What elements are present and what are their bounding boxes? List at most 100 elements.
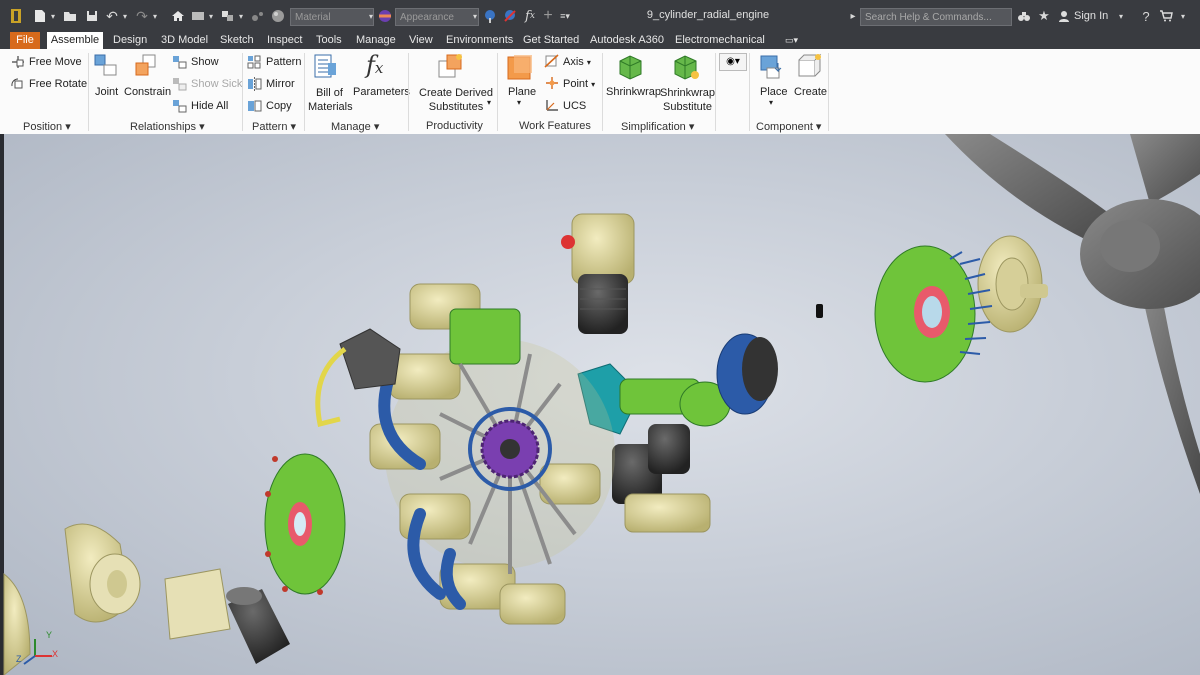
pattern-panel-label[interactable]: Pattern ▾ bbox=[252, 120, 296, 133]
tab-assemble[interactable]: Assemble bbox=[47, 32, 103, 49]
more-icon[interactable]: ≡▾ bbox=[558, 8, 572, 24]
cart-icon[interactable] bbox=[1158, 8, 1174, 24]
help-icon[interactable]: ? bbox=[1138, 8, 1154, 24]
derived-dropdown-icon[interactable]: ▾ bbox=[487, 98, 491, 107]
bill-of-materials-button[interactable]: Bill of Materials bbox=[308, 86, 353, 114]
ucs-button[interactable]: UCS bbox=[563, 100, 586, 112]
update-icon[interactable] bbox=[250, 8, 266, 24]
mirror-button[interactable]: Mirror bbox=[266, 78, 295, 90]
joint-button[interactable]: Joint bbox=[95, 86, 118, 98]
tab-tools[interactable]: Tools bbox=[313, 32, 345, 49]
graphics-viewport[interactable]: Y X Z bbox=[0, 134, 1200, 675]
clear-appearance-icon[interactable] bbox=[502, 8, 518, 24]
panel-toggle-icon[interactable]: ▭▾ bbox=[782, 32, 801, 49]
redo-icon[interactable]: ↷ bbox=[134, 8, 150, 24]
constrain-button[interactable]: Constrain bbox=[124, 86, 171, 98]
customize-dropdown-icon[interactable]: ◉▾ bbox=[719, 53, 747, 71]
open-icon[interactable] bbox=[62, 8, 78, 24]
redo-dropdown-icon[interactable]: ▾ bbox=[150, 8, 160, 24]
tab-design[interactable]: Design bbox=[110, 32, 150, 49]
show-sick-button[interactable]: Show Sick bbox=[191, 78, 242, 90]
axis-button[interactable]: Axis ▾ bbox=[563, 56, 591, 68]
user-icon[interactable] bbox=[1056, 8, 1072, 24]
hide-all-button[interactable]: Hide All bbox=[191, 100, 228, 112]
plane-dropdown-icon[interactable]: ▾ bbox=[517, 98, 521, 107]
rear-crankcase[interactable] bbox=[264, 453, 346, 595]
tab-view[interactable]: View bbox=[406, 32, 436, 49]
tab-electromechanical[interactable]: Electromechanical bbox=[672, 32, 768, 49]
select-icon[interactable] bbox=[220, 8, 236, 24]
new-icon[interactable] bbox=[32, 8, 48, 24]
tab-get-started[interactable]: Get Started bbox=[520, 32, 582, 49]
work-features-panel-label[interactable]: Work Features bbox=[519, 120, 591, 132]
position-panel-label[interactable]: Position ▾ bbox=[23, 120, 71, 133]
appearance-dropdown[interactable]: Appearance bbox=[395, 8, 479, 26]
tab-inspect[interactable]: Inspect bbox=[264, 32, 305, 49]
tab-environments[interactable]: Environments bbox=[443, 32, 516, 49]
create-component-icon bbox=[796, 53, 824, 84]
search-expand-icon[interactable]: ▸ bbox=[848, 8, 858, 24]
panel-separator bbox=[304, 53, 305, 131]
fx-icon[interactable]: fx bbox=[522, 8, 538, 24]
binoculars-icon[interactable] bbox=[1016, 8, 1032, 24]
top-cylinder[interactable] bbox=[561, 213, 635, 334]
place-button[interactable]: Place bbox=[760, 86, 788, 98]
place-dropdown-icon[interactable]: ▾ bbox=[769, 98, 773, 107]
create-component-button[interactable]: Create bbox=[794, 86, 827, 98]
material-sphere-icon[interactable] bbox=[270, 8, 286, 24]
free-rotate-icon bbox=[10, 77, 26, 94]
undo-dropdown-icon[interactable]: ▾ bbox=[120, 8, 130, 24]
tappet-housing[interactable] bbox=[164, 568, 231, 640]
shrinkwrap-substitute-button[interactable]: Shrinkwrap Substitute bbox=[660, 86, 715, 114]
productivity-panel-label[interactable]: Productivity bbox=[426, 120, 483, 132]
manage-panel-label[interactable]: Manage ▾ bbox=[331, 120, 379, 133]
material-dropdown-arrow-icon[interactable]: ▾ bbox=[366, 8, 376, 24]
material-dropdown[interactable]: Material bbox=[290, 8, 374, 26]
free-move-button[interactable]: Free Move bbox=[29, 56, 82, 68]
appearance-icon[interactable] bbox=[377, 8, 393, 24]
front-crankcase-cover[interactable] bbox=[874, 245, 993, 383]
sign-in-button[interactable]: Sign In bbox=[1074, 10, 1108, 22]
relationships-panel-label[interactable]: Relationships ▾ bbox=[130, 120, 205, 133]
new-dropdown-icon[interactable]: ▾ bbox=[48, 8, 58, 24]
return-icon[interactable] bbox=[190, 8, 206, 24]
cylinder-sleeve[interactable] bbox=[226, 587, 290, 664]
signin-dropdown-icon[interactable]: ▾ bbox=[1116, 8, 1126, 24]
select-dropdown-icon[interactable]: ▾ bbox=[236, 8, 246, 24]
adjust-appearance-icon[interactable] bbox=[482, 8, 498, 24]
exploded-engine-model[interactable] bbox=[0, 134, 1200, 675]
propeller[interactable] bbox=[945, 134, 1200, 494]
cart-dropdown-icon[interactable]: ▾ bbox=[1178, 8, 1188, 24]
tab-sketch[interactable]: Sketch bbox=[217, 32, 257, 49]
small-pin[interactable] bbox=[816, 304, 823, 318]
show-button[interactable]: Show bbox=[191, 56, 219, 68]
copy-button[interactable]: Copy bbox=[266, 100, 292, 112]
point-button[interactable]: Point ▾ bbox=[563, 78, 595, 90]
return-dropdown-icon[interactable]: ▾ bbox=[206, 8, 216, 24]
star-icon[interactable]: ★ bbox=[1036, 8, 1052, 24]
component-panel-label[interactable]: Component ▾ bbox=[756, 120, 821, 133]
tab-file[interactable]: File bbox=[10, 32, 40, 49]
tab-autodesk-a360[interactable]: Autodesk A360 bbox=[587, 32, 667, 49]
home-icon[interactable] bbox=[170, 8, 186, 24]
plane-button[interactable]: Plane bbox=[508, 86, 536, 98]
app-logo-icon[interactable] bbox=[8, 8, 24, 24]
tab-manage[interactable]: Manage bbox=[353, 32, 399, 49]
help-search-input[interactable]: Search Help & Commands... bbox=[860, 8, 1012, 26]
create-derived-substitutes-button[interactable]: Create Derived Substitutes bbox=[419, 86, 493, 114]
shrinkwrap-button[interactable]: Shrinkwrap bbox=[606, 86, 661, 98]
joint-icon bbox=[93, 53, 119, 82]
parameters-button[interactable]: Parameters bbox=[353, 86, 410, 98]
propeller-hub-plate[interactable] bbox=[977, 235, 1048, 333]
appearance-dropdown-arrow-icon[interactable]: ▾ bbox=[470, 8, 480, 24]
oil-pump-housing[interactable] bbox=[64, 523, 141, 623]
hide-all-icon bbox=[172, 99, 188, 116]
radial-engine-core[interactable] bbox=[315, 283, 615, 625]
simplification-panel-label[interactable]: Simplification ▾ bbox=[621, 120, 694, 133]
undo-icon[interactable]: ↶ bbox=[104, 8, 120, 24]
plus-icon[interactable]: + bbox=[540, 7, 556, 24]
free-rotate-button[interactable]: Free Rotate bbox=[29, 78, 87, 90]
pattern-button[interactable]: Pattern bbox=[266, 56, 301, 68]
tab-3d-model[interactable]: 3D Model bbox=[158, 32, 211, 49]
save-icon[interactable] bbox=[84, 8, 100, 24]
